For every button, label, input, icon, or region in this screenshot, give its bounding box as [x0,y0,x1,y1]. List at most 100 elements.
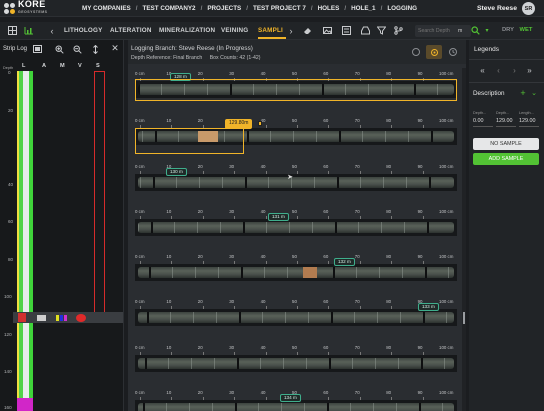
kore-logo[interactable]: KORE GEOSYSTEMS [0,0,76,17]
breadcrumb-separator: / [246,4,249,12]
ruler-tick-label: 70 [354,71,360,76]
avatar[interactable]: SR [522,2,535,15]
chevron-down-icon[interactable]: ▾ [483,26,491,35]
ruler-tick-label: 100 cm [439,345,454,350]
dry-option[interactable]: DRY [502,27,514,33]
search-icon[interactable] [471,26,480,35]
search-depth[interactable]: m [415,25,471,37]
core-row: 0 cm 10 20 30 40 50 60 70 80 90 100 cm 128 m [135,70,457,110]
branch-value: Steve Reese (In Progress) [178,45,253,52]
column-lithology: L [22,63,26,69]
add-sample-button[interactable]: ADD SAMPLE [473,153,539,165]
ruler-tick-label: 100 cm [439,209,454,214]
first-page-icon[interactable]: « [478,66,487,75]
collapse-description-icon[interactable]: ⌄ [530,88,538,97]
user-menu[interactable]: Steve Reese SR [477,2,535,15]
image-toggle-icon[interactable] [33,45,42,53]
core-sample[interactable] [138,403,454,411]
previous-page-icon[interactable]: ‹ [494,66,503,75]
tray-icon[interactable] [361,26,370,35]
core-fracture [151,222,153,233]
fit-height-icon[interactable] [91,45,100,54]
core-tray[interactable] [135,219,457,236]
core-fracture [222,177,223,188]
selection-depth-label[interactable]: 129.80m [225,119,253,129]
depth-marker-tag[interactable]: 130 m [166,168,187,176]
last-page-icon[interactable]: » [525,66,534,75]
breadcrumb-item[interactable]: TEST PROJECT 7 [253,5,306,12]
eraser-icon[interactable] [303,26,312,35]
selected-interval[interactable] [135,79,457,101]
image-icon[interactable] [323,26,332,35]
table-view-icon[interactable] [8,26,17,35]
delete-selection-icon[interactable] [258,121,262,126]
scrollbar-thumb[interactable] [463,312,465,324]
chart-view-icon[interactable] [24,26,34,35]
core-fracture [197,222,198,233]
core-sample[interactable] [138,358,454,369]
field-value[interactable]: 129.00 [496,118,517,124]
vein-marker [76,314,86,322]
tab-mineralization[interactable]: MINERALIZATION [159,27,215,34]
chevron-left-icon[interactable]: ‹ [49,26,55,36]
scrollbar-track[interactable] [462,68,466,411]
core-sample[interactable] [138,177,454,188]
tab-veining[interactable]: VEINING [221,27,248,34]
core-tray[interactable] [135,309,457,326]
tab-sampling[interactable]: SAMPLI [258,27,283,34]
core-fracture [331,312,333,323]
sample-interval-box[interactable] [94,71,105,313]
ruler-tick-label: 80 [386,164,392,169]
core-row: 0 cm 10 20 30 40 50 60 70 80 90 100 cm 132 m [135,253,457,293]
search-input[interactable] [418,28,458,34]
zoom-in-icon[interactable] [55,45,64,54]
box-counts-label: Box Counts: [209,55,238,61]
field-value[interactable]: 0.00 [473,118,494,124]
no-sample-button[interactable]: NO SAMPLE [473,138,539,150]
column-veining: V [78,63,82,69]
dry-wet-toggle[interactable]: DRY WET [502,27,532,33]
core-fracture [195,267,196,278]
filter-icon[interactable] [377,26,386,35]
tab-alteration[interactable]: ALTERATION [110,27,152,34]
depth-marker-tag[interactable]: 132 m [334,258,355,266]
sample-selection[interactable] [135,128,244,154]
core-sample[interactable] [138,312,454,323]
lithology-unit-pink[interactable] [17,398,33,411]
breadcrumb-item[interactable]: HOLE_1 [351,5,376,12]
core-row: 0 cm 10 20 30 40 50 60 70 80 90 100 cm 130 m [135,163,457,203]
core-fracture [312,222,313,233]
core-fracture [335,222,337,233]
core-tray[interactable] [135,174,457,191]
depth-marker-tag[interactable]: 131 m [268,213,289,221]
breadcrumb-item[interactable]: PROJECTS [207,5,241,12]
tab-lithology[interactable]: LITHOLOGY [64,27,103,34]
core-fracture [421,358,423,369]
add-description-icon[interactable]: + [519,88,527,98]
depth-marker-tag[interactable]: 133 m [418,303,439,311]
ruler-tick-label: 60 [323,164,329,169]
breadcrumb-item[interactable]: HOLES [318,5,340,12]
breadcrumb-item[interactable]: TEST COMPANY2 [143,5,196,12]
core-sample[interactable] [138,267,454,278]
rotate-left-icon[interactable] [411,47,421,57]
wet-option[interactable]: WET [520,27,533,33]
core-fracture [199,177,200,188]
field-value[interactable]: 129.00 [519,118,540,124]
depth-marker-tag[interactable]: 134 m [280,394,301,402]
core-tray[interactable] [135,264,457,281]
core-fracture [258,403,259,411]
close-icon[interactable]: ✕ [111,43,119,53]
rotate-right-icon[interactable] [448,47,458,57]
core-tray[interactable] [135,355,457,372]
zoom-out-icon[interactable] [73,45,82,54]
breadcrumb-item[interactable]: MY COMPANIES [82,5,131,12]
chevron-right-icon[interactable]: › [288,26,294,36]
branch-icon[interactable] [394,26,403,35]
core-sample[interactable] [138,222,454,233]
boxes-icon[interactable] [342,26,351,35]
photo-mode-icon[interactable] [426,45,442,59]
core-fracture [373,403,374,411]
next-page-icon[interactable]: › [510,66,519,75]
breadcrumb-item[interactable]: LOGGING [387,5,417,12]
